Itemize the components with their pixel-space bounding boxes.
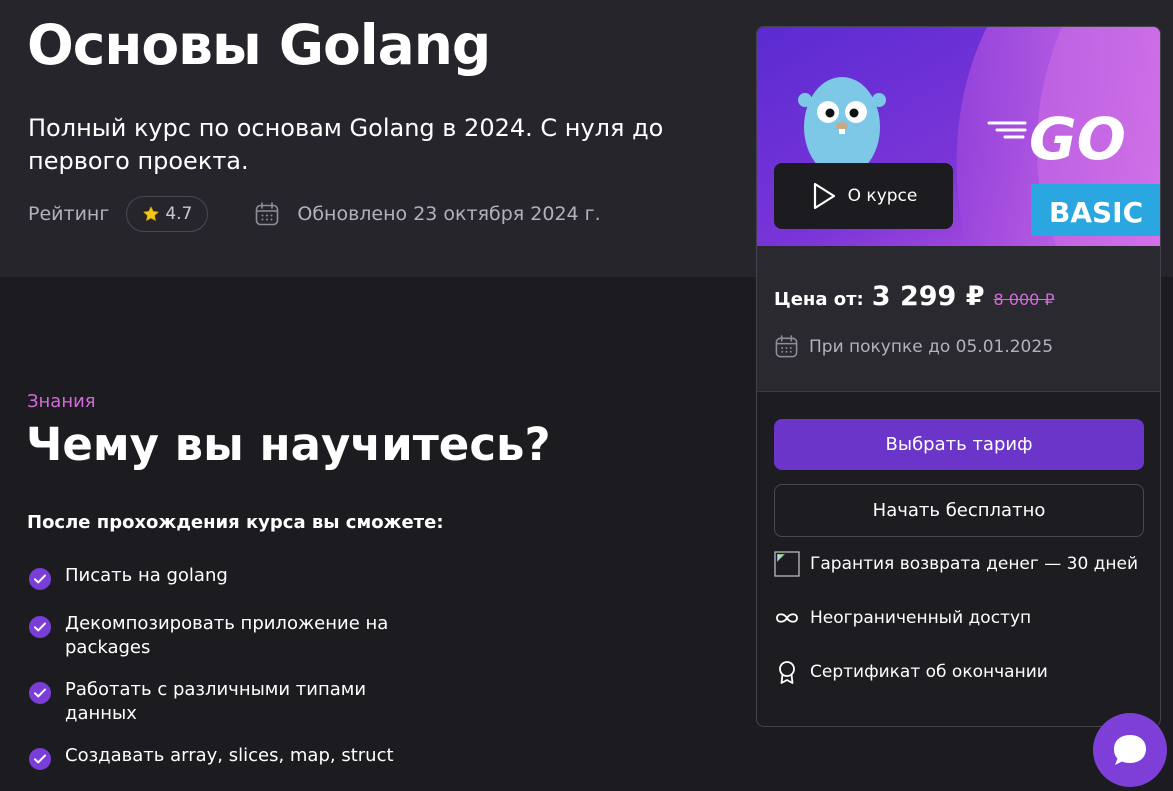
- choose-plan-button[interactable]: Выбрать тариф: [774, 419, 1144, 470]
- current-price: 3 299 ₽: [871, 281, 985, 312]
- section-eyebrow: Знания: [27, 391, 96, 412]
- price-section: Цена от: 3 299 ₽ 8 000 ₽ При покупке до …: [757, 246, 1160, 392]
- perk-item: Сертификат об окончании: [774, 658, 1154, 686]
- certificate-icon: [779, 661, 795, 684]
- rating-value: 4.7: [165, 204, 193, 224]
- outcome-text: Писать на golang: [65, 565, 228, 586]
- outcome-text: Декомпозировать приложение на packages: [65, 613, 389, 658]
- basic-badge: BASIC: [1049, 196, 1143, 229]
- star-icon: [143, 206, 159, 221]
- money-back-image-icon: [774, 551, 800, 577]
- updated-date: Обновлено 23 октября 2024 г.: [297, 203, 601, 225]
- section-lead: После прохождения курса вы сможете:: [27, 512, 444, 533]
- updated-info: Обновлено 23 октября 2024 г.: [254, 201, 601, 227]
- perk-item: Неограниченный доступ: [774, 604, 1154, 632]
- old-price: 8 000 ₽: [993, 290, 1055, 309]
- about-course-label: О курсе: [847, 186, 918, 206]
- price-row: Цена от: 3 299 ₽ 8 000 ₽: [774, 281, 1055, 312]
- outcome-item: Писать на golang: [28, 564, 428, 591]
- check-circle-icon: [29, 616, 51, 638]
- course-meta: Рейтинг 4.7 Обновлено 23 октября 2024 г.: [28, 196, 601, 232]
- course-promo-image: GO BASIC О курсе: [757, 27, 1160, 246]
- go-logo: GO: [1029, 105, 1126, 173]
- outcome-item: Создавать array, slices, map, struct: [28, 744, 428, 771]
- perk-label: Гарантия возврата денег — 30 дней: [810, 554, 1139, 574]
- about-course-video-button[interactable]: О курсе: [774, 163, 953, 229]
- learning-outcomes-list: Писать на golang Декомпозировать приложе…: [28, 564, 428, 789]
- deadline-text: При покупке до 05.01.2025: [809, 336, 1054, 357]
- check-circle-icon: [29, 682, 51, 704]
- offer-deadline: При покупке до 05.01.2025: [774, 334, 1053, 359]
- outcome-text: Работать с различными типами данных: [65, 679, 367, 724]
- page-title: Основы Golang: [27, 13, 491, 77]
- perk-label: Сертификат об окончании: [810, 662, 1048, 682]
- calendar-icon: [775, 335, 798, 358]
- play-icon: [813, 182, 835, 210]
- perk-label: Неограниченный доступ: [810, 608, 1032, 628]
- check-circle-icon: [29, 748, 51, 770]
- infinity-icon: [776, 613, 798, 623]
- price-label: Цена от:: [774, 289, 864, 310]
- perk-item: Гарантия возврата денег — 30 дней: [774, 550, 1154, 578]
- rating-badge: 4.7: [126, 196, 209, 232]
- outcome-text: Создавать array, slices, map, struct: [65, 745, 394, 766]
- chat-bubble-icon: [1114, 735, 1146, 765]
- chat-button[interactable]: [1093, 713, 1167, 787]
- start-free-button[interactable]: Начать бесплатно: [774, 484, 1144, 537]
- course-subtitle: Полный курс по основам Golang в 2024. С …: [28, 114, 664, 175]
- outcome-item: Декомпозировать приложение на packages: [28, 612, 428, 660]
- calendar-icon: [256, 202, 279, 226]
- outcome-item: Работать с различными типами данных: [28, 678, 428, 726]
- rating-label: Рейтинг: [28, 203, 110, 225]
- pricing-card: GO BASIC О курсе Цена от: 3 299 ₽ 8 000 …: [756, 26, 1161, 727]
- check-circle-icon: [29, 568, 51, 590]
- perks-list: Гарантия возврата денег — 30 дней Неогра…: [774, 550, 1154, 712]
- section-heading: Чему вы научитесь?: [26, 418, 551, 471]
